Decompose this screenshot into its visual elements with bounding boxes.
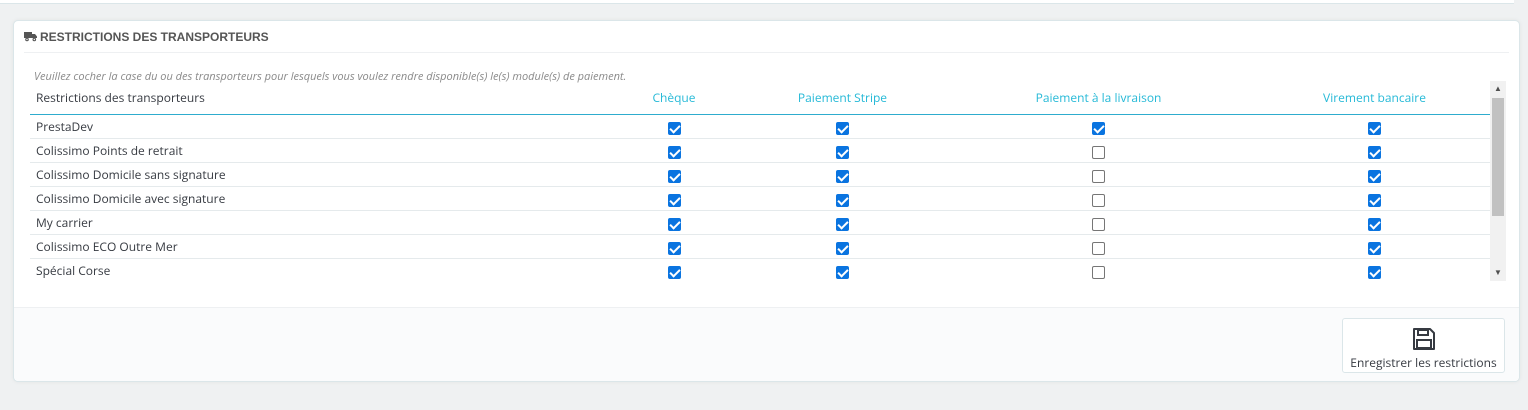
panel-title: RESTRICTIONS DES TRANSPORTEURS	[40, 29, 269, 44]
restriction-checkbox[interactable]	[836, 266, 849, 280]
restriction-checkbox[interactable]	[1368, 146, 1381, 160]
checkbox-cell	[746, 258, 939, 281]
checkbox-cell	[746, 114, 939, 139]
checkbox-cell	[602, 162, 746, 187]
checkbox-cell	[939, 114, 1258, 139]
panel-footer: Enregistrer les restrictions	[14, 307, 1519, 381]
restriction-checkbox[interactable]	[1368, 170, 1381, 184]
restriction-checkbox[interactable]	[667, 266, 681, 280]
carrier-name: Colissimo Domicile avec signature	[30, 186, 602, 211]
restriction-checkbox[interactable]	[1368, 122, 1381, 136]
checkbox-cell	[602, 114, 746, 139]
carrier-name: Spécial Corse	[30, 258, 602, 281]
restriction-checkbox[interactable]	[1092, 194, 1105, 208]
carrier-name: My carrier	[30, 210, 602, 235]
checkbox-cell	[1258, 114, 1491, 139]
checkbox-cell	[939, 258, 1258, 281]
checkbox-cell	[939, 138, 1258, 163]
restriction-checkbox[interactable]	[1092, 266, 1105, 280]
carrier-name: PrestaDev	[30, 114, 602, 139]
restriction-checkbox[interactable]	[836, 242, 849, 256]
checkbox-cell	[602, 210, 746, 235]
checkbox-cell	[602, 234, 746, 259]
checkbox-cell	[1258, 258, 1491, 281]
carrier-name: Colissimo Points de retrait	[30, 138, 602, 163]
checkbox-cell	[1258, 210, 1491, 235]
save-button-label: Enregistrer les restrictions	[1350, 354, 1497, 371]
checkbox-cell	[746, 138, 939, 163]
carrier-restrictions-panel: RESTRICTIONS DES TRANSPORTEURS Veuillez …	[13, 20, 1520, 382]
checkbox-cell	[939, 162, 1258, 187]
restriction-checkbox[interactable]	[1092, 146, 1105, 160]
restriction-checkbox[interactable]	[1092, 122, 1105, 136]
restriction-checkbox[interactable]	[667, 242, 681, 256]
save-restrictions-button[interactable]: Enregistrer les restrictions	[1342, 318, 1505, 373]
header-carrier: Restrictions des transporteurs	[30, 81, 602, 115]
restriction-checkbox[interactable]	[1092, 170, 1105, 184]
header-payment-module[interactable]: Paiement Stripe	[746, 81, 939, 115]
checkbox-cell	[602, 258, 746, 281]
scrollbar-thumb[interactable]	[1492, 98, 1504, 216]
checkbox-cell	[602, 186, 746, 211]
checkbox-cell	[1258, 138, 1491, 163]
restriction-checkbox[interactable]	[836, 122, 849, 136]
truck-icon	[24, 32, 37, 42]
restrictions-table: Restrictions des transporteurs Chèque Pa…	[30, 81, 1491, 281]
restriction-checkbox[interactable]	[1368, 266, 1381, 280]
restriction-checkbox[interactable]	[836, 194, 849, 208]
previous-panel-bottom	[0, 0, 1514, 4]
restriction-checkbox[interactable]	[1092, 242, 1105, 256]
table-row: PrestaDev	[30, 114, 1491, 139]
restriction-checkbox[interactable]	[667, 218, 681, 232]
restriction-checkbox[interactable]	[1368, 242, 1381, 256]
table-row: My carrier	[30, 210, 1491, 235]
table-row: Colissimo Points de retrait	[30, 138, 1491, 163]
save-floppy-icon	[1412, 328, 1435, 350]
checkbox-cell	[939, 234, 1258, 259]
checkbox-cell	[939, 210, 1258, 235]
scroll-up-icon[interactable]: ▲	[1490, 81, 1506, 97]
table-row: Spécial Corse	[30, 258, 1491, 281]
checkbox-cell	[746, 162, 939, 187]
restriction-checkbox[interactable]	[667, 146, 681, 160]
table-row: Colissimo ECO Outre Mer	[30, 234, 1491, 259]
restriction-checkbox[interactable]	[1368, 218, 1381, 232]
checkbox-cell	[746, 210, 939, 235]
checkbox-cell	[1258, 186, 1491, 211]
carrier-name: Colissimo ECO Outre Mer	[30, 234, 602, 259]
table-row: Colissimo Domicile avec signature	[30, 186, 1491, 211]
table-row: Colissimo Domicile sans signature	[30, 162, 1491, 187]
restriction-checkbox[interactable]	[1092, 218, 1105, 232]
restriction-checkbox[interactable]	[836, 146, 849, 160]
restriction-checkbox[interactable]	[667, 170, 681, 184]
checkbox-cell	[746, 234, 939, 259]
table-header-row: Restrictions des transporteurs Chèque Pa…	[30, 81, 1491, 115]
checkbox-cell	[1258, 234, 1491, 259]
scroll-down-icon[interactable]: ▼	[1490, 265, 1506, 281]
restriction-checkbox[interactable]	[667, 122, 681, 136]
previous-panel-edge	[0, 0, 1528, 10]
checkbox-cell	[602, 138, 746, 163]
header-payment-module[interactable]: Chèque	[602, 81, 746, 115]
restriction-checkbox[interactable]	[836, 170, 849, 184]
header-payment-module[interactable]: Paiement à la livraison	[939, 81, 1258, 115]
table-scrollbar[interactable]: ▲ ▼	[1490, 81, 1506, 281]
carrier-name: Colissimo Domicile sans signature	[30, 162, 602, 187]
checkbox-cell	[1258, 162, 1491, 187]
restrictions-table-scroll[interactable]: Restrictions des transporteurs Chèque Pa…	[30, 81, 1506, 281]
restriction-checkbox[interactable]	[667, 194, 681, 208]
panel-heading: RESTRICTIONS DES TRANSPORTEURS	[24, 21, 1509, 53]
restriction-checkbox[interactable]	[836, 218, 849, 232]
checkbox-cell	[939, 186, 1258, 211]
restriction-checkbox[interactable]	[1368, 194, 1381, 208]
checkbox-cell	[746, 186, 939, 211]
header-payment-module[interactable]: Virement bancaire	[1258, 81, 1491, 115]
